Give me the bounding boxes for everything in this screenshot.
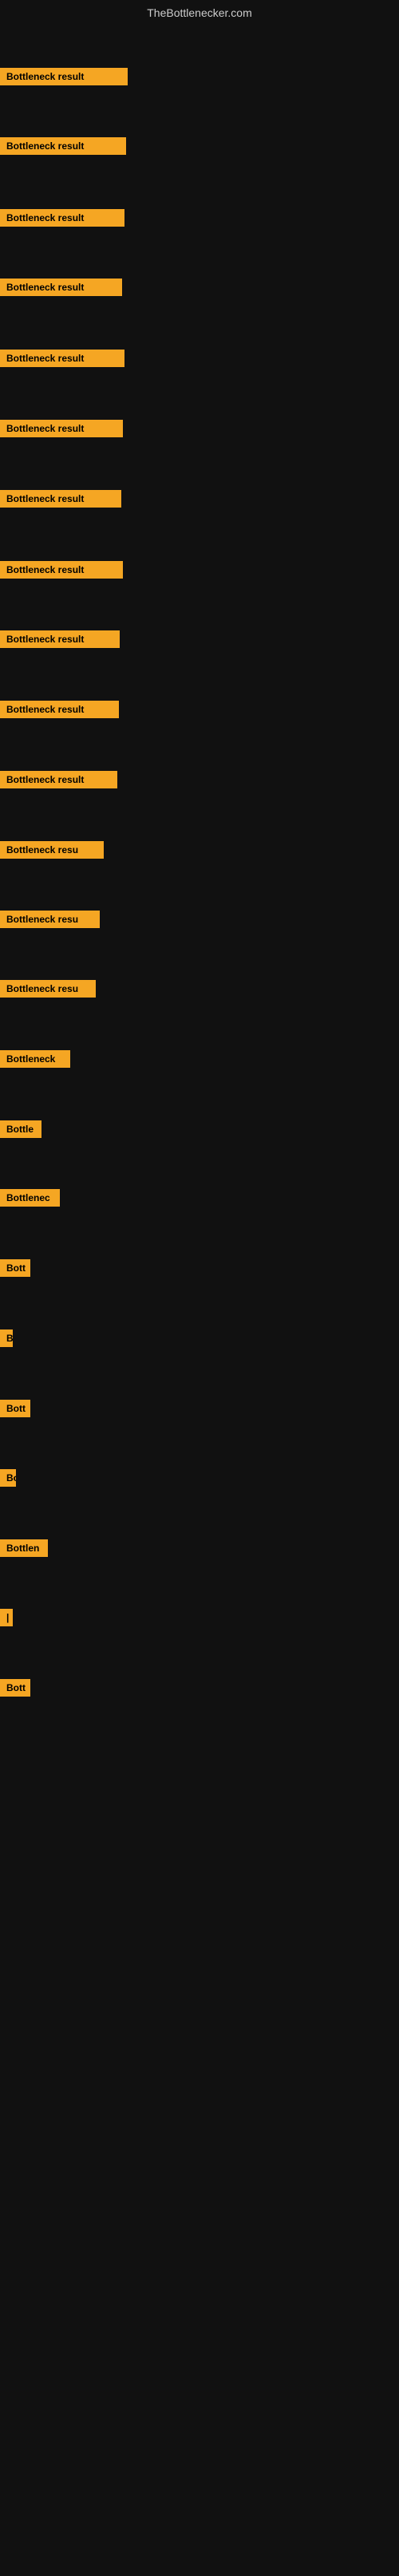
bottleneck-result-label[interactable]: Bottleneck result <box>0 420 123 437</box>
bottleneck-result-label[interactable]: Bottleneck result <box>0 771 117 788</box>
bottleneck-result-label[interactable]: Bottleneck result <box>0 701 119 718</box>
bottleneck-result-label[interactable]: Bottle <box>0 1120 41 1138</box>
bottleneck-result-label[interactable]: Bottleneck result <box>0 630 120 648</box>
bottleneck-result-label[interactable]: Bottleneck result <box>0 137 126 155</box>
bottleneck-result-label[interactable]: Bottleneck <box>0 1050 70 1068</box>
bottleneck-result-label[interactable]: Bottleneck result <box>0 279 122 296</box>
bottleneck-result-label[interactable]: Bottlen <box>0 1539 48 1557</box>
bottleneck-result-label[interactable]: Bottleneck resu <box>0 911 100 928</box>
bottleneck-result-label[interactable]: Bottleneck result <box>0 561 123 579</box>
bottleneck-result-label[interactable]: Bo <box>0 1469 16 1487</box>
bottleneck-result-label[interactable]: Bottleneck result <box>0 209 124 227</box>
bottleneck-result-label[interactable]: Bott <box>0 1400 30 1417</box>
bottleneck-result-label[interactable]: B <box>0 1329 13 1347</box>
bottleneck-result-label[interactable]: Bott <box>0 1679 30 1697</box>
bottleneck-result-label[interactable]: Bottleneck result <box>0 68 128 85</box>
bottleneck-result-label[interactable]: | <box>0 1609 13 1626</box>
site-title: TheBottlenecker.com <box>0 0 399 22</box>
bottleneck-result-label[interactable]: Bottlenec <box>0 1189 60 1207</box>
bottleneck-result-label[interactable]: Bottleneck resu <box>0 980 96 998</box>
bottleneck-result-label[interactable]: Bottleneck result <box>0 350 124 367</box>
bottleneck-result-label[interactable]: Bottleneck resu <box>0 841 104 859</box>
bottleneck-result-label[interactable]: Bottleneck result <box>0 490 121 508</box>
bottleneck-result-label[interactable]: Bott <box>0 1259 30 1277</box>
